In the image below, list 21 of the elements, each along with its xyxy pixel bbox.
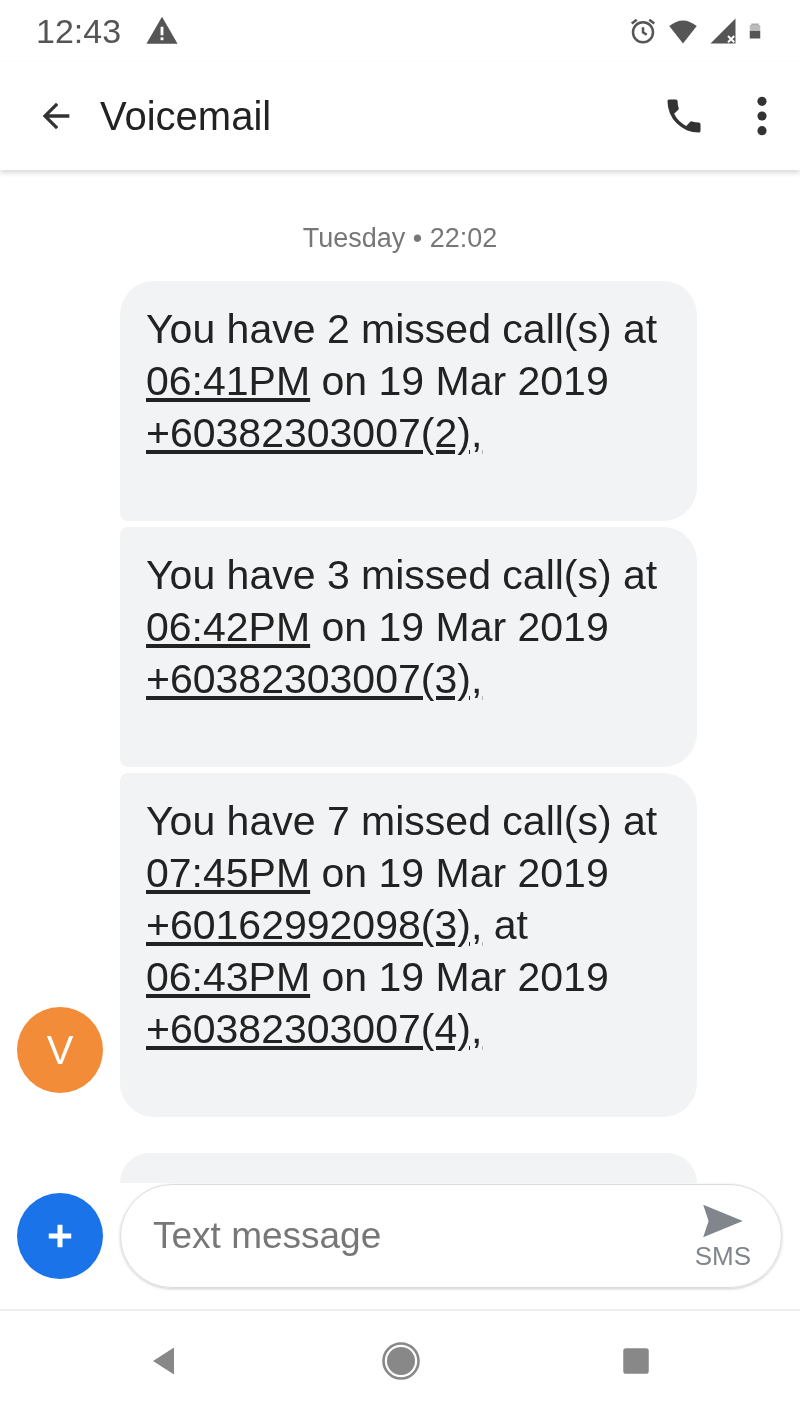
- message-link[interactable]: 06:43PM: [146, 953, 311, 1000]
- message-bubble: You have 7 missed call(s) at 07:45PM on 19 Mar 2019 +60162992098(3), at 06:43PM on 19 Mar 2019 +60382303007(4),: [120, 772, 697, 1117]
- message-bubble: You have 3 missed call(s) at 06:42PM on 19 Mar 2019 +60382303007(3),: [120, 526, 697, 767]
- message-bubble: You have 2 missed call(s) at 06:41PM on 19 Mar 2019 +60382303007(2),: [120, 280, 697, 521]
- date-divider: Tuesday • 22:02: [301, 222, 499, 255]
- send-button[interactable]: SMS: [694, 1202, 751, 1269]
- sender-avatar: V: [17, 1006, 103, 1093]
- message-link[interactable]: 06:41PM: [146, 357, 311, 404]
- message-link[interactable]: +60382303007(4),: [146, 1005, 483, 1052]
- message-link[interactable]: +60382303007(3),: [146, 655, 483, 702]
- message-link[interactable]: 06:42PM: [146, 603, 311, 650]
- alarm-icon: [628, 16, 658, 46]
- app-title: Voicemail: [100, 93, 272, 140]
- status-time: 12:43: [36, 10, 122, 52]
- more-options-icon[interactable]: [754, 94, 770, 138]
- message-link[interactable]: +60162992098(3),: [146, 901, 483, 948]
- send-icon: [700, 1202, 745, 1239]
- message-link[interactable]: +60382303007(2),: [146, 409, 483, 456]
- home-nav-icon[interactable]: [380, 1340, 422, 1382]
- message-link[interactable]: 07:45PM: [146, 849, 311, 896]
- signal-icon: [708, 16, 738, 46]
